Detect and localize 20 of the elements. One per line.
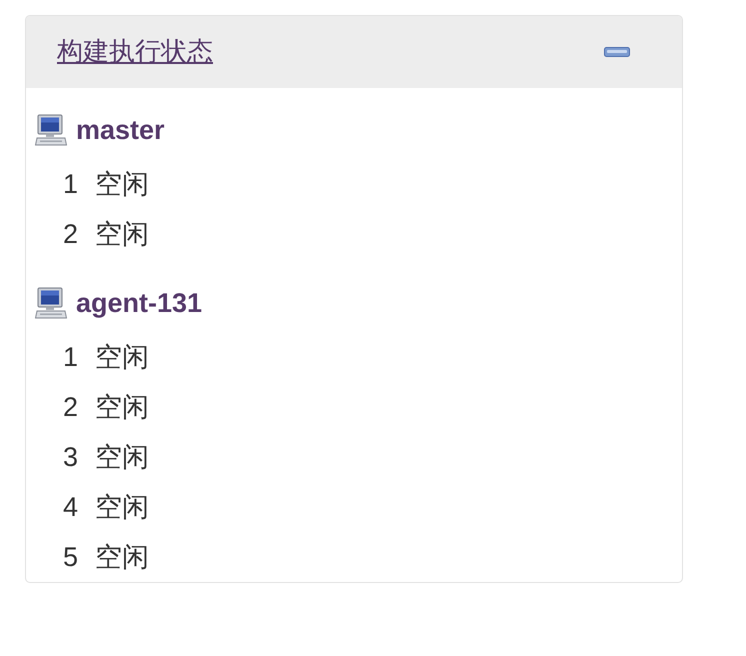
executor-status: 空闲 xyxy=(95,440,149,474)
executor-number: 1 xyxy=(63,340,80,374)
executor-status: 空闲 xyxy=(95,340,149,374)
minus-icon[interactable] xyxy=(604,47,630,57)
executor-number: 4 xyxy=(63,490,80,524)
executor-status: 空闲 xyxy=(95,540,149,574)
panel-title-link[interactable]: 构建执行状态 xyxy=(57,36,213,68)
executor-status: 空闲 xyxy=(95,490,149,524)
executor-number: 1 xyxy=(63,168,80,200)
executor-number: 3 xyxy=(63,440,80,474)
executor-status: 空闲 xyxy=(95,390,149,424)
executor-status: 空闲 xyxy=(95,218,149,250)
executor-number: 2 xyxy=(63,218,80,250)
node-link[interactable]: agent-131 xyxy=(76,286,202,320)
executor-number: 2 xyxy=(63,390,80,424)
computer-icon xyxy=(35,114,67,146)
computer-icon xyxy=(35,287,67,319)
node-link[interactable]: master xyxy=(76,114,165,146)
executor-number: 5 xyxy=(63,540,80,574)
executor-status: 空闲 xyxy=(95,168,149,200)
